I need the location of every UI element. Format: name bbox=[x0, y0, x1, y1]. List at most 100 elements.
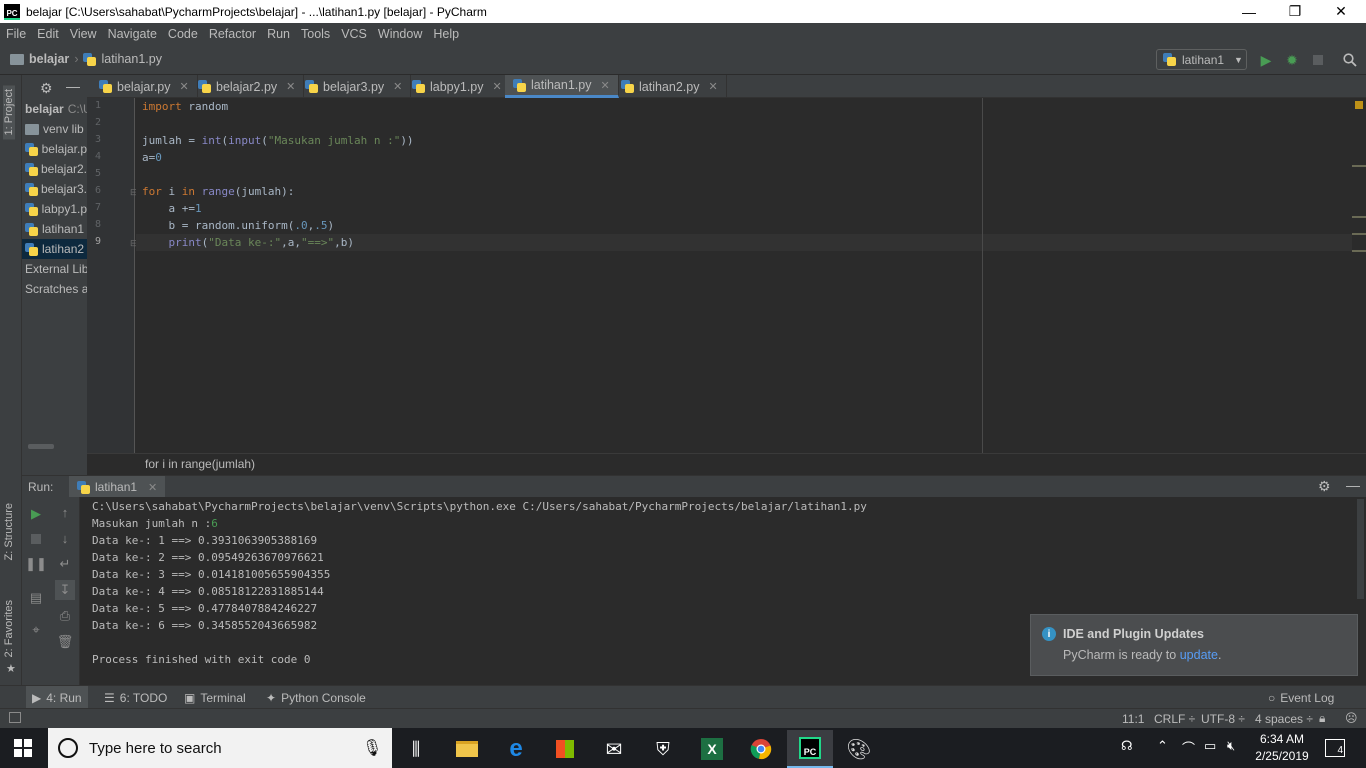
file-explorer-icon[interactable] bbox=[444, 730, 490, 768]
pycharm-taskbar-icon[interactable]: PC bbox=[787, 730, 833, 768]
scroll-to-end-icon[interactable]: ↧ bbox=[55, 580, 75, 600]
tab-event-log[interactable]: ○ Event Log bbox=[1262, 686, 1340, 709]
menu-edit[interactable]: Edit bbox=[31, 27, 64, 41]
menu-help[interactable]: Help bbox=[427, 27, 464, 41]
pin-icon[interactable]: ⌖ bbox=[26, 620, 46, 640]
tree-scratches[interactable]: Scratches ar bbox=[22, 279, 87, 299]
debug-bug-icon[interactable]: ✹ bbox=[1283, 51, 1301, 69]
chrome-icon[interactable] bbox=[738, 730, 784, 768]
close-tab-icon[interactable]: ✕ bbox=[286, 80, 295, 93]
close-tab-icon[interactable]: ✕ bbox=[180, 80, 189, 93]
tree-item-labpy1[interactable]: labpy1.p bbox=[22, 199, 87, 219]
security-shield-icon[interactable]: ⛨ bbox=[640, 730, 686, 768]
volume-muted-icon[interactable]: 🔇︎ bbox=[1227, 738, 1235, 754]
tree-item-venv[interactable]: venv lib bbox=[22, 119, 87, 139]
menu-vcs[interactable]: VCS bbox=[335, 27, 372, 41]
notification-update-link[interactable]: update bbox=[1180, 648, 1218, 662]
tab-project[interactable]: 1: Project bbox=[3, 85, 15, 140]
restore-button[interactable]: ❐ bbox=[1272, 0, 1318, 23]
close-tab-icon[interactable]: ✕ bbox=[600, 79, 609, 92]
code-editor[interactable]: import random jumlah = int(input("Masuka… bbox=[136, 98, 1352, 453]
minimize-button[interactable]: — bbox=[1226, 0, 1272, 23]
breadcrumb-project[interactable]: belajar bbox=[29, 52, 69, 66]
error-stripe[interactable] bbox=[1352, 98, 1366, 453]
tab-terminal[interactable]: ▣ Terminal bbox=[178, 686, 252, 709]
tab-run[interactable]: ▶ 4: Run bbox=[26, 686, 88, 709]
menu-refactor[interactable]: Refactor bbox=[203, 27, 261, 41]
status-line-separator[interactable]: CRLF ÷ bbox=[1154, 712, 1195, 726]
tree-item-belajar3[interactable]: belajar3. bbox=[22, 179, 87, 199]
clock[interactable]: 6:34 AM 2/25/2019 bbox=[1254, 731, 1310, 765]
tab-python-console[interactable]: ✦ Python Console bbox=[260, 686, 372, 709]
menu-tools[interactable]: Tools bbox=[295, 27, 335, 41]
windows-start-icon[interactable] bbox=[14, 739, 32, 760]
tab-latihan2[interactable]: latihan2.py ✕ bbox=[613, 75, 727, 98]
battery-icon[interactable]: ▭ bbox=[1204, 738, 1216, 754]
gear-icon[interactable]: ⚙ bbox=[40, 80, 53, 97]
search-everywhere-icon[interactable] bbox=[1341, 51, 1359, 69]
action-center-icon[interactable]: 4 bbox=[1325, 739, 1345, 757]
tab-belajar3[interactable]: belajar3.py ✕ bbox=[297, 75, 412, 98]
console-scrollbar[interactable] bbox=[1357, 499, 1364, 599]
tab-structure[interactable]: Z: Structure bbox=[3, 503, 15, 560]
tab-labpy1[interactable]: labpy1.py ✕ bbox=[404, 75, 511, 98]
status-caret-position[interactable]: 11:1 bbox=[1122, 712, 1144, 726]
warning-marker-icon[interactable] bbox=[1355, 101, 1363, 109]
tree-item-belajar[interactable]: belajar.p bbox=[22, 139, 87, 159]
close-window-button[interactable]: ✕ bbox=[1318, 0, 1364, 23]
toggle-tool-windows-icon[interactable] bbox=[9, 712, 21, 723]
menu-file[interactable]: File bbox=[0, 27, 31, 41]
status-encoding[interactable]: UTF-8 ÷ bbox=[1201, 712, 1245, 726]
taskbar-search-box[interactable]: Type here to search 🎙︎ bbox=[48, 728, 392, 768]
stop-icon[interactable] bbox=[26, 529, 46, 549]
task-view-icon[interactable]: ⫼ bbox=[393, 730, 439, 768]
chevron-up-icon[interactable]: ⌃ bbox=[1157, 738, 1168, 754]
tree-root[interactable]: belajar C:\U bbox=[22, 99, 87, 119]
gear-icon[interactable]: ⚙ bbox=[1318, 478, 1331, 495]
collapse-icon[interactable]: — bbox=[66, 78, 80, 94]
horizontal-scrollbar[interactable] bbox=[28, 444, 54, 449]
arrow-up-icon[interactable]: ↑ bbox=[55, 502, 75, 522]
tab-todo[interactable]: ☰ 6: TODO bbox=[98, 686, 173, 709]
stripe-marker[interactable] bbox=[1352, 250, 1366, 252]
tab-favorites[interactable]: 2: Favorites bbox=[3, 600, 15, 657]
lock-icon[interactable]: 🔒︎ bbox=[1319, 711, 1325, 726]
soft-wrap-icon[interactable]: ↵ bbox=[55, 554, 75, 574]
hide-panel-icon[interactable]: — bbox=[1346, 477, 1360, 493]
tree-external-libraries[interactable]: External Lib bbox=[22, 259, 87, 279]
menu-navigate[interactable]: Navigate bbox=[102, 27, 162, 41]
stripe-marker[interactable] bbox=[1352, 165, 1366, 167]
stripe-marker[interactable] bbox=[1352, 233, 1366, 235]
tree-item-latihan1[interactable]: latihan1 bbox=[22, 219, 87, 239]
people-icon[interactable]: ☊ bbox=[1121, 738, 1133, 754]
stop-button[interactable] bbox=[1309, 51, 1327, 69]
rerun-icon[interactable]: ▶ bbox=[26, 504, 46, 524]
mail-icon[interactable]: ✉ bbox=[591, 730, 637, 768]
menu-run[interactable]: Run bbox=[261, 27, 295, 41]
excel-icon[interactable]: X bbox=[689, 730, 735, 768]
menu-code[interactable]: Code bbox=[162, 27, 203, 41]
edge-browser-icon[interactable]: e bbox=[493, 730, 539, 768]
print-icon[interactable]: ⎙ bbox=[55, 606, 75, 626]
menu-window[interactable]: Window bbox=[372, 27, 427, 41]
tab-belajar[interactable]: belajar.py ✕ bbox=[91, 75, 198, 98]
microphone-icon[interactable]: 🎙︎ bbox=[362, 738, 382, 758]
stripe-marker[interactable] bbox=[1352, 216, 1366, 218]
breadcrumb-file[interactable]: latihan1.py bbox=[101, 52, 161, 66]
tree-item-latihan2[interactable]: latihan2 bbox=[22, 239, 87, 259]
close-tab-icon[interactable]: ✕ bbox=[708, 80, 717, 93]
tab-latihan1[interactable]: latihan1.py ✕ bbox=[505, 75, 619, 98]
close-tab-icon[interactable]: ✕ bbox=[493, 80, 502, 93]
store-icon[interactable] bbox=[542, 730, 588, 768]
paint-palette-icon[interactable]: 🎨︎ bbox=[836, 730, 882, 768]
close-tab-icon[interactable]: ✕ bbox=[148, 481, 157, 494]
status-indent[interactable]: 4 spaces ÷ bbox=[1255, 712, 1313, 726]
layout-icon[interactable]: ▤ bbox=[26, 588, 46, 608]
arrow-down-icon[interactable]: ↓ bbox=[55, 528, 75, 548]
pause-icon[interactable]: ❚❚ bbox=[25, 554, 47, 574]
close-tab-icon[interactable]: ✕ bbox=[393, 80, 402, 93]
trash-icon[interactable]: 🗑 bbox=[55, 632, 75, 652]
tab-belajar2[interactable]: belajar2.py ✕ bbox=[190, 75, 305, 98]
menu-view[interactable]: View bbox=[64, 27, 102, 41]
update-notification[interactable]: i IDE and Plugin Updates PyCharm is read… bbox=[1030, 614, 1358, 676]
